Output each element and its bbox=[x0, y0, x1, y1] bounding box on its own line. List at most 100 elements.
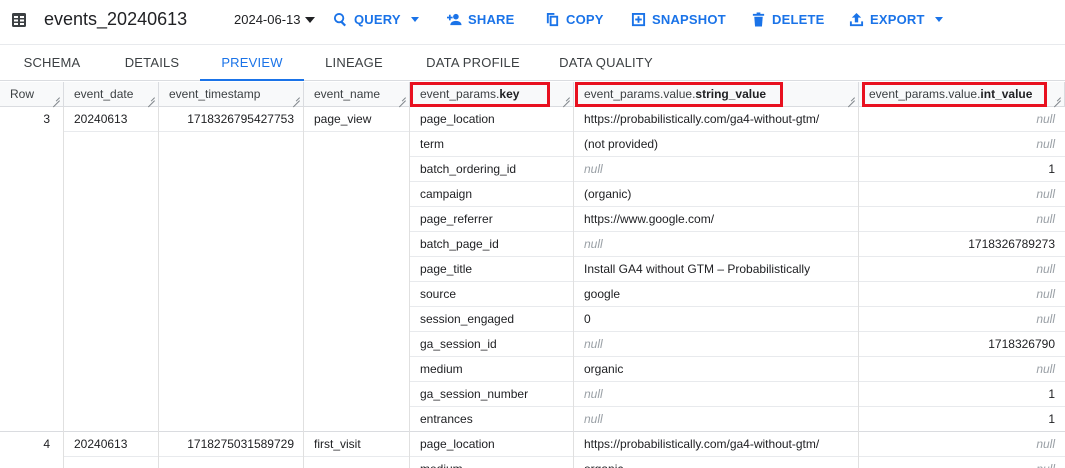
row-divider bbox=[64, 131, 410, 132]
tab-data-quality[interactable]: DATA QUALITY bbox=[542, 45, 670, 81]
cell-param-int-value: null bbox=[1036, 212, 1055, 226]
resize-handle-icon[interactable] bbox=[1054, 94, 1061, 101]
share-button-label: SHARE bbox=[468, 12, 515, 27]
cell-param-key: source bbox=[420, 287, 457, 301]
share-button[interactable]: SHARE bbox=[447, 12, 515, 27]
cell-event-name: page_view bbox=[314, 112, 372, 126]
cell-param-int-value: null bbox=[1036, 437, 1055, 451]
cell-param-int-value: 1718326790 bbox=[988, 337, 1055, 351]
cell-param-int-value: 1 bbox=[1048, 412, 1055, 426]
cell-param-string-value: https://probabilistically.com/ga4-withou… bbox=[584, 437, 820, 451]
export-button[interactable]: EXPORT bbox=[849, 12, 943, 27]
query-button[interactable]: QUERY bbox=[333, 12, 419, 27]
caret-down-icon bbox=[304, 16, 315, 23]
cell-param-int-value: null bbox=[1036, 362, 1055, 376]
resize-handle-icon[interactable] bbox=[53, 94, 60, 101]
cell-param-key: term bbox=[420, 137, 444, 151]
tab-label: DETAILS bbox=[124, 55, 180, 70]
column-header-label: event_params. bbox=[420, 87, 500, 101]
column-header-event-params-string-value[interactable]: event_params.value.string_value bbox=[574, 82, 859, 107]
caret-down-icon bbox=[410, 17, 419, 22]
column-header-label: event_params.value. bbox=[869, 87, 981, 101]
tab-label: PREVIEW bbox=[221, 55, 283, 70]
cell-event-timestamp: 1718275031589729 bbox=[187, 437, 294, 451]
column-header-label: event_params.value. bbox=[584, 87, 696, 101]
column-header-label: event_date bbox=[74, 87, 134, 101]
cell-param-string-value: 0 bbox=[584, 312, 591, 326]
cell-param-int-value: null bbox=[1036, 287, 1055, 301]
trash-icon bbox=[752, 12, 765, 27]
person-add-icon bbox=[447, 13, 462, 26]
toolbar: events_20240613 2024-06-13 QUERY SHARE C… bbox=[0, 0, 1065, 44]
cell-param-int-value: 1718326789273 bbox=[968, 237, 1055, 251]
cell-event-date: 20240613 bbox=[74, 112, 128, 126]
search-icon bbox=[333, 12, 347, 27]
copy-button[interactable]: COPY bbox=[545, 12, 604, 27]
cell-param-int-value: null bbox=[1036, 262, 1055, 276]
resize-handle-icon[interactable] bbox=[148, 94, 155, 101]
tab-label: LINEAGE bbox=[325, 55, 383, 70]
snapshot-button-label: SNAPSHOT bbox=[652, 12, 726, 27]
cell-param-key: medium bbox=[420, 362, 463, 376]
row-number: 3 bbox=[43, 112, 50, 126]
cell-param-string-value: https://probabilistically.com/ga4-withou… bbox=[584, 112, 820, 126]
caret-down-icon bbox=[934, 17, 943, 22]
cell-param-int-value: 1 bbox=[1048, 387, 1055, 401]
column-header-label-bold: int_value bbox=[980, 87, 1033, 101]
snapshot-button[interactable]: SNAPSHOT bbox=[631, 12, 726, 27]
tab-preview[interactable]: PREVIEW bbox=[200, 45, 304, 81]
cell-param-key: page_location bbox=[420, 112, 495, 126]
column-header-event-params-int-value[interactable]: event_params.value.int_value bbox=[859, 82, 1065, 107]
column-divider bbox=[409, 107, 410, 468]
resize-handle-icon[interactable] bbox=[293, 94, 300, 101]
copy-button-label: COPY bbox=[566, 12, 604, 27]
cell-param-int-value: 1 bbox=[1048, 162, 1055, 176]
cell-param-string-value: google bbox=[584, 287, 621, 301]
column-header-label-bold: key bbox=[499, 87, 520, 101]
tab-label: DATA QUALITY bbox=[559, 55, 653, 70]
delete-button[interactable]: DELETE bbox=[751, 12, 824, 27]
cell-param-key: ga_session_number bbox=[420, 387, 529, 401]
snapshot-icon bbox=[631, 12, 646, 27]
cell-param-key: entrances bbox=[420, 412, 473, 426]
column-header-event-timestamp[interactable]: event_timestamp bbox=[159, 82, 304, 107]
cell-param-key: batch_page_id bbox=[420, 237, 499, 251]
cell-param-int-value: null bbox=[1036, 187, 1055, 201]
row-number: 4 bbox=[43, 437, 50, 451]
cell-param-key: page_referrer bbox=[420, 212, 493, 226]
copy-icon bbox=[546, 12, 559, 27]
tab-data-profile[interactable]: DATA PROFILE bbox=[404, 45, 542, 81]
tab-details[interactable]: DETAILS bbox=[104, 45, 200, 81]
date-selector[interactable]: 2024-06-13 bbox=[234, 12, 315, 27]
tab-label: SCHEMA bbox=[23, 55, 81, 70]
cell-param-string-value: organic bbox=[574, 457, 859, 468]
column-header-label-bold: string_value bbox=[695, 87, 767, 101]
resize-handle-icon[interactable] bbox=[563, 94, 570, 101]
resize-handle-icon[interactable] bbox=[399, 94, 406, 101]
column-header-label: event_name bbox=[314, 87, 381, 101]
column-header-event-date[interactable]: event_date bbox=[64, 82, 159, 107]
cell-param-string-value: null bbox=[584, 337, 603, 351]
cell-param-key: page_location bbox=[420, 437, 495, 451]
column-header-label: event_timestamp bbox=[169, 87, 261, 101]
resize-handle-icon[interactable] bbox=[848, 94, 855, 101]
cell-param-key: ga_session_id bbox=[420, 337, 497, 351]
tab-schema[interactable]: SCHEMA bbox=[0, 45, 104, 81]
tab-lineage[interactable]: LINEAGE bbox=[304, 45, 404, 81]
cell-param-int-value: null bbox=[1036, 312, 1055, 326]
column-header-label: Row bbox=[10, 87, 35, 101]
cell-param-int-value: null bbox=[1036, 137, 1055, 151]
row-divider bbox=[64, 456, 410, 457]
query-button-label: QUERY bbox=[354, 12, 401, 27]
cell-event-timestamp: 1718326795427753 bbox=[187, 112, 294, 126]
column-divider bbox=[858, 107, 859, 468]
cell-param-string-value: null bbox=[584, 237, 603, 251]
upload-icon bbox=[849, 12, 864, 27]
column-header-event-name[interactable]: event_name bbox=[304, 82, 410, 107]
column-divider bbox=[158, 107, 159, 468]
cell-param-string-value: null bbox=[584, 412, 603, 426]
column-header-event-params-key[interactable]: event_params.key bbox=[410, 82, 574, 107]
cell-param-string-value: null bbox=[584, 162, 603, 176]
cell-param-int-value: null bbox=[859, 457, 1065, 468]
column-header-row[interactable]: Row bbox=[0, 82, 64, 107]
